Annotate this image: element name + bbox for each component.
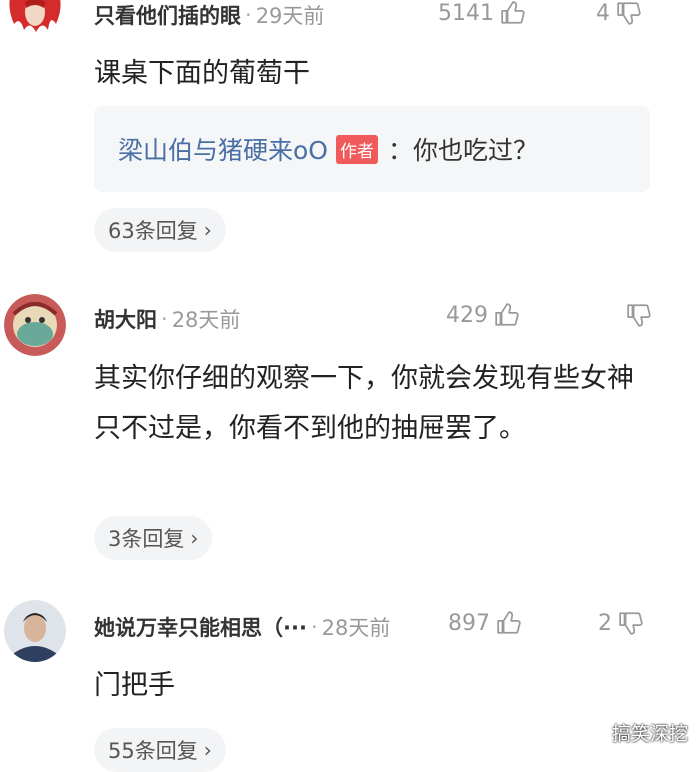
like-button[interactable]: 429 [446, 302, 520, 328]
avatar[interactable] [4, 294, 66, 356]
thumbs-up-icon [495, 303, 519, 326]
thumbs-up-icon [497, 611, 521, 634]
chevron-right-icon: › [203, 218, 212, 242]
chevron-right-icon: › [190, 526, 199, 550]
view-replies-button[interactable]: 55条回复 › [94, 728, 226, 772]
dislike-button[interactable] [620, 302, 652, 328]
username[interactable]: 胡大阳 [94, 304, 157, 334]
avatar[interactable] [4, 600, 66, 662]
comment-text: 课桌下面的葡萄干 [94, 58, 310, 89]
avatar-image-icon [4, 600, 66, 662]
chevron-right-icon: › [203, 738, 212, 762]
watermark: 搞笑深挖 [611, 723, 688, 745]
reply-author-name[interactable]: 梁山伯与猪硬来oO [118, 131, 328, 167]
like-count: 897 [448, 610, 490, 636]
timestamp: 28天前 [171, 308, 241, 332]
like-button[interactable]: 897 [448, 610, 522, 636]
separator-dot: · [245, 3, 252, 27]
replies-count: 63条回复 [108, 219, 198, 243]
like-button[interactable]: 5141 [438, 0, 526, 26]
timestamp: 28天前 [321, 616, 391, 640]
dislike-button[interactable]: 4 [596, 0, 642, 26]
separator-dot: · [310, 615, 318, 639]
reply-text: ：你也吃过？ [387, 136, 538, 165]
view-replies-button[interactable]: 3条回复 › [94, 516, 213, 560]
thumbs-down-icon [619, 612, 643, 635]
username[interactable]: 她说万幸只能相思（··· [94, 612, 307, 642]
thumbs-up-icon [501, 1, 525, 24]
thumbs-down-icon [627, 304, 651, 327]
avatar[interactable] [4, 0, 66, 42]
comment-text: 门把手 [94, 670, 175, 701]
username[interactable]: 只看他们插的眼 [94, 0, 241, 30]
comment-meta: 胡大阳 · 28天前 [94, 304, 240, 334]
avatar-image-icon [4, 0, 66, 42]
dislike-count: 4 [596, 0, 610, 26]
comment-meta: 她说万幸只能相思（··· · 28天前 [94, 612, 390, 642]
author-reply-preview[interactable]: 梁山伯与猪硬来oO 作者 ：你也吃过？ [94, 106, 650, 192]
comment-text: 其实你仔细的观察一下，你就会发现有些女神只不过是，你看不到他的抽屉罢了。 [94, 363, 634, 444]
separator-dot: · [161, 307, 168, 331]
dislike-count: 2 [598, 610, 612, 636]
timestamp: 29天前 [255, 4, 325, 28]
avatar-image-icon [4, 294, 66, 356]
comment-meta: 只看他们插的眼 · 29天前 [94, 0, 324, 30]
author-badge: 作者 [335, 134, 378, 164]
view-replies-button[interactable]: 63条回复 › [94, 208, 226, 252]
dislike-button[interactable]: 2 [598, 610, 644, 636]
like-count: 429 [446, 302, 488, 328]
replies-count: 3条回复 [108, 527, 185, 551]
like-count: 5141 [438, 0, 494, 26]
replies-count: 55条回复 [108, 739, 198, 763]
thumbs-down-icon [617, 2, 641, 25]
